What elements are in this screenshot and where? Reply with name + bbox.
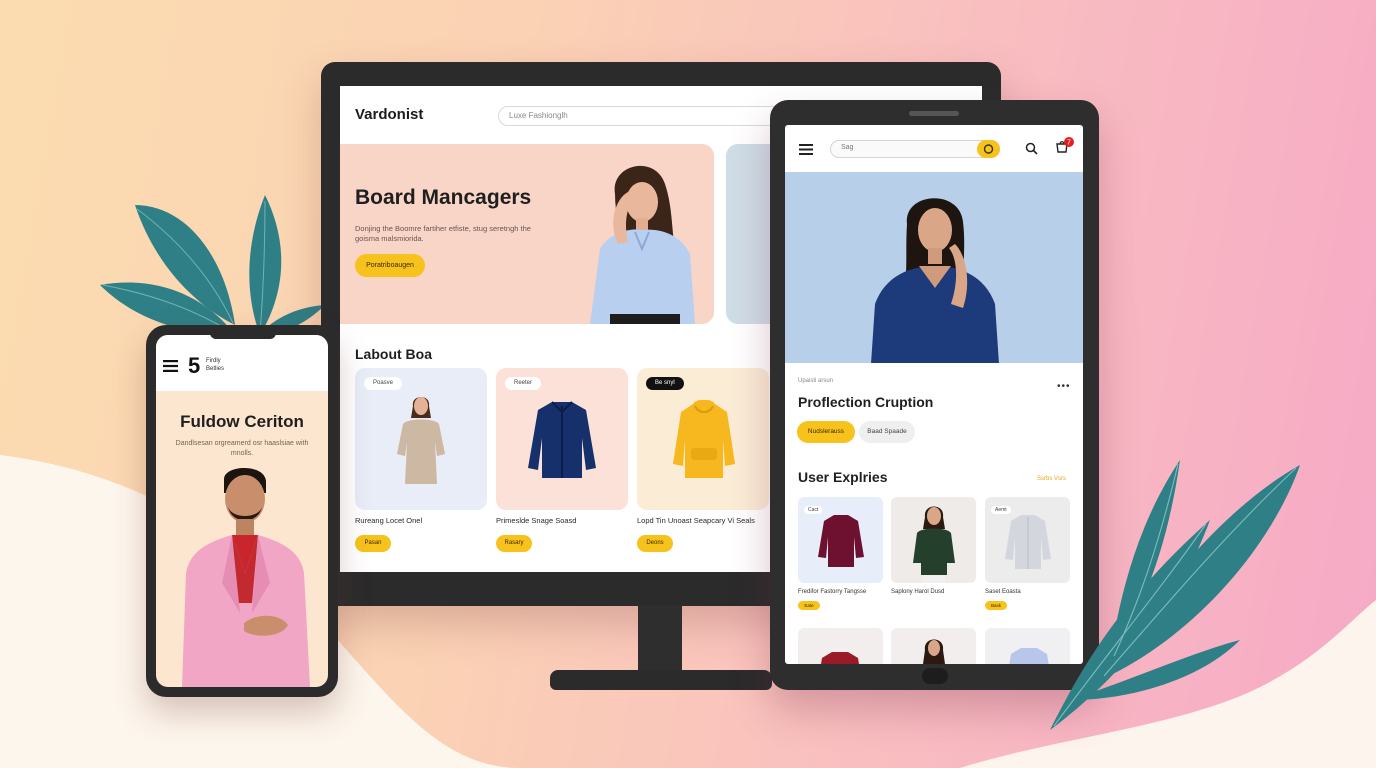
- model-portrait-icon: [923, 639, 945, 664]
- product-tag: Poasve: [364, 377, 403, 390]
- beige-sweater-model-icon: [397, 397, 445, 484]
- product-badge: Bask: [985, 601, 1007, 610]
- product-tag: Reeter: [505, 377, 542, 390]
- product-name[interactable]: Saplony Harol Dusd: [891, 589, 944, 595]
- search-icon[interactable]: [1025, 142, 1038, 155]
- yellow-hoodie-icon: [673, 400, 735, 478]
- tablet-home-button[interactable]: [922, 668, 948, 684]
- hero-model-image: [590, 165, 695, 324]
- tablet-product-card[interactable]: [891, 628, 976, 664]
- tablet-secondary-pill[interactable]: Baad Spaade: [859, 421, 915, 443]
- tablet-hero-model-image: [871, 198, 999, 363]
- tablet-product-card[interactable]: [798, 628, 883, 664]
- tablet-section-title: User Explries: [798, 469, 888, 485]
- phone-screen: 5 Firdly Betlies Fuldow Ceriton Dandlses…: [156, 335, 328, 687]
- desktop-hero-button[interactable]: Poratriboaugen: [355, 254, 425, 277]
- product-button[interactable]: Deons: [637, 535, 673, 552]
- phone-logo-number[interactable]: 5: [188, 353, 200, 379]
- green-sweater-model-icon: [913, 506, 955, 583]
- product-button[interactable]: Pasan: [355, 535, 391, 552]
- cart-icon[interactable]: 7: [1055, 137, 1075, 157]
- product-name[interactable]: Fredifor Fastorry Tangsse: [798, 589, 866, 595]
- monitor-stand-base: [550, 670, 772, 690]
- tablet-search-input[interactable]: Sag: [830, 140, 1000, 158]
- phone-notch: [210, 331, 276, 339]
- product-name[interactable]: Rureang Locet Onel: [355, 516, 422, 525]
- tablet-primary-pill[interactable]: Nudslerauss: [797, 421, 855, 443]
- product-card[interactable]: Reeter: [496, 368, 628, 510]
- product-button[interactable]: Rasary: [496, 535, 532, 552]
- desktop-search-input[interactable]: Luxe Fashionglh: [498, 106, 798, 126]
- tablet-product-card[interactable]: Cact: [798, 497, 883, 583]
- cart-count: 7: [1067, 140, 1071, 147]
- phone-model-image: [182, 468, 310, 687]
- tablet-search-button[interactable]: [977, 140, 1000, 158]
- tablet-product-card[interactable]: [891, 497, 976, 583]
- desktop-hero-title: Board Mancagers: [355, 186, 532, 209]
- phone-header: 5 Firdly Betlies: [156, 335, 328, 391]
- tablet-hero-banner: [785, 172, 1083, 363]
- tablet-subtitle: Upaisti arsun: [798, 378, 834, 384]
- desktop-hero-banner: Board Mancagers Donjing the Boomre farti…: [340, 144, 714, 324]
- phone-text: Dandlsesan orgreamerd osr haaslsiae with…: [175, 440, 309, 457]
- product-badge: Eate: [798, 601, 820, 610]
- desktop-section-title: Labout Boa: [355, 346, 432, 362]
- tablet-title: Proflection Cruption: [798, 394, 934, 410]
- desktop-hero-text: Donjing the Boomre fartiher etfiste, stu…: [355, 224, 531, 243]
- menu-icon[interactable]: [163, 360, 178, 372]
- monitor-stand-neck: [638, 605, 682, 673]
- more-options-icon[interactable]: •••: [1057, 381, 1071, 392]
- product-card[interactable]: Poasve: [355, 368, 487, 510]
- tablet-speaker: [909, 111, 959, 116]
- product-name[interactable]: Lopd Tin Unoast Seapcary Vi Seals: [637, 516, 755, 525]
- product-card[interactable]: Be snyl: [637, 368, 769, 510]
- phone-title: Fuldow Ceriton: [180, 412, 304, 431]
- desktop-logo[interactable]: Vardonist: [355, 106, 423, 123]
- menu-icon[interactable]: [799, 144, 813, 155]
- search-circle-icon: [983, 144, 994, 154]
- product-name[interactable]: Primeslde Snage Soasd: [496, 516, 576, 525]
- red-sweater-icon: [821, 652, 859, 664]
- tablet-screen: Sag 7 Upaisti arsun ••• Proflection Crup…: [785, 125, 1083, 664]
- product-tag: Be snyl: [646, 377, 684, 390]
- leaf-decoration-right: [1050, 460, 1300, 730]
- phone-logo-text: Firdly Betlies: [206, 358, 225, 372]
- burgundy-sweater-icon: [818, 515, 864, 567]
- navy-jacket-icon: [528, 401, 596, 478]
- product-name[interactable]: Saset Eoasta: [985, 589, 1021, 595]
